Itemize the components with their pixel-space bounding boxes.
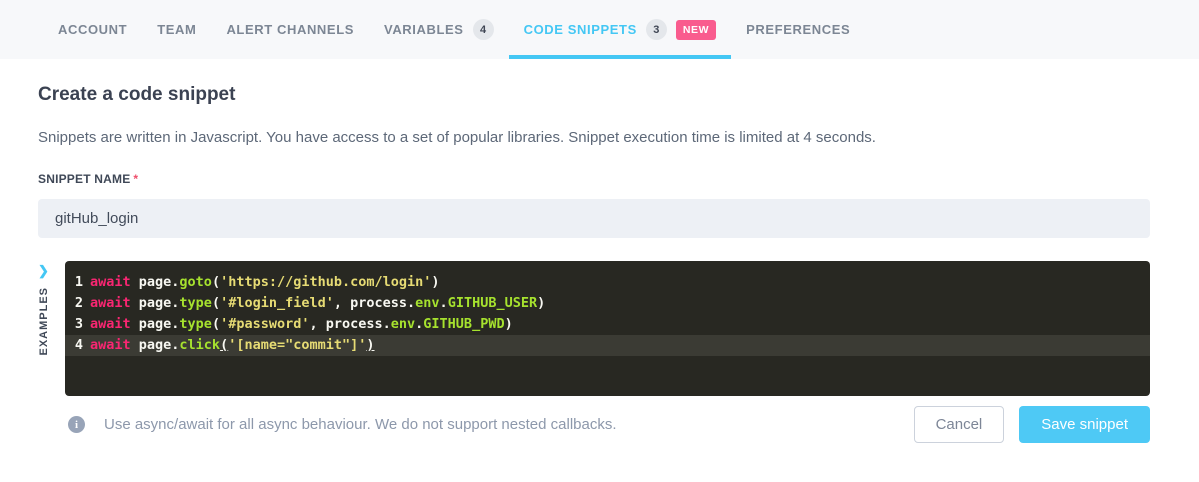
code-line-1[interactable]: 1await page.goto('https://github.com/log… bbox=[65, 272, 1150, 293]
editor-section: ❯ EXAMPLES 1await page.goto('https://git… bbox=[38, 261, 1150, 396]
chevron-right-icon[interactable]: ❯ bbox=[38, 264, 49, 277]
tab-label: ACCOUNT bbox=[58, 22, 127, 37]
code-token: . bbox=[440, 293, 448, 314]
tab-preferences[interactable]: PREFERENCES bbox=[731, 0, 865, 59]
code-token: click bbox=[179, 335, 220, 356]
code-token: goto bbox=[179, 272, 212, 293]
code-token: '#password' bbox=[220, 314, 309, 335]
line-number: 1 bbox=[65, 272, 90, 293]
snippet-name-label-text: SNIPPET NAME bbox=[38, 172, 130, 186]
tab-count-badge: 4 bbox=[473, 19, 494, 40]
code-token: await bbox=[90, 314, 131, 335]
footer-bar: i Use async/await for all async behaviou… bbox=[38, 406, 1150, 443]
code-token: , process. bbox=[334, 293, 415, 314]
code-token: , process. bbox=[309, 314, 390, 335]
tab-bar: ACCOUNT TEAM ALERT CHANNELS VARIABLES 4 CODE … bbox=[0, 0, 1199, 59]
code-token: await bbox=[90, 335, 131, 356]
code-token: await bbox=[90, 272, 131, 293]
code-token: page. bbox=[131, 314, 180, 335]
code-token: page. bbox=[131, 272, 180, 293]
line-number: 4 bbox=[65, 335, 90, 356]
tab-label: ALERT CHANNELS bbox=[226, 22, 354, 37]
save-snippet-button[interactable]: Save snippet bbox=[1019, 406, 1150, 443]
new-badge: NEW bbox=[676, 20, 716, 40]
code-token: page. bbox=[131, 335, 180, 356]
code-token: '#login_field' bbox=[220, 293, 334, 314]
code-token: ) bbox=[431, 272, 439, 293]
code-token: env bbox=[391, 314, 415, 335]
code-token: ( bbox=[212, 293, 220, 314]
tab-label: VARIABLES bbox=[384, 22, 464, 37]
tab-team[interactable]: TEAM bbox=[142, 0, 211, 59]
tab-variables[interactable]: VARIABLES 4 bbox=[369, 0, 509, 59]
code-token: ) bbox=[366, 335, 374, 356]
code-token: await bbox=[90, 293, 131, 314]
code-line-4[interactable]: 4await page.click('[name="commit"]') bbox=[65, 335, 1150, 356]
tab-account[interactable]: ACCOUNT bbox=[43, 0, 142, 59]
required-asterisk: * bbox=[133, 172, 138, 186]
code-token: ( bbox=[220, 335, 228, 356]
page-description: Snippets are written in Javascript. You … bbox=[38, 129, 1150, 146]
code-token: ( bbox=[212, 272, 220, 293]
examples-label[interactable]: EXAMPLES bbox=[38, 287, 50, 356]
code-token: '[name="commit"]' bbox=[228, 335, 366, 356]
main-content: Create a code snippet Snippets are writt… bbox=[0, 84, 1199, 443]
tab-label: CODE SNIPPETS bbox=[524, 22, 637, 37]
code-token: ) bbox=[537, 293, 545, 314]
examples-panel-toggle[interactable]: ❯ EXAMPLES bbox=[38, 261, 65, 396]
code-line-2[interactable]: 2await page.type('#login_field', process… bbox=[65, 293, 1150, 314]
tab-code-snippets[interactable]: CODE SNIPPETS 3 NEW bbox=[509, 0, 732, 59]
line-number: 3 bbox=[65, 314, 90, 335]
code-token: 'https://github.com/login' bbox=[220, 272, 431, 293]
page-title: Create a code snippet bbox=[38, 84, 1150, 106]
code-token: type bbox=[179, 293, 212, 314]
code-token: GITHUB_PWD bbox=[423, 314, 504, 335]
footer-note: Use async/await for all async behaviour.… bbox=[104, 416, 914, 433]
tab-label: PREFERENCES bbox=[746, 22, 850, 37]
code-token: page. bbox=[131, 293, 180, 314]
code-editor[interactable]: 1await page.goto('https://github.com/log… bbox=[65, 261, 1150, 396]
tab-alert-channels[interactable]: ALERT CHANNELS bbox=[211, 0, 369, 59]
code-line-3[interactable]: 3await page.type('#password', process.en… bbox=[65, 314, 1150, 335]
code-token: . bbox=[415, 314, 423, 335]
snippet-name-label: SNIPPET NAME* bbox=[38, 172, 1150, 186]
code-token: type bbox=[179, 314, 212, 335]
tab-count-badge: 3 bbox=[646, 19, 667, 40]
cancel-button[interactable]: Cancel bbox=[914, 406, 1005, 443]
code-token: ( bbox=[212, 314, 220, 335]
info-icon: i bbox=[68, 416, 85, 433]
code-token: env bbox=[415, 293, 439, 314]
line-number: 2 bbox=[65, 293, 90, 314]
snippet-name-input[interactable] bbox=[38, 199, 1150, 238]
tab-label: TEAM bbox=[157, 22, 196, 37]
code-token: ) bbox=[505, 314, 513, 335]
code-token: GITHUB_USER bbox=[448, 293, 537, 314]
